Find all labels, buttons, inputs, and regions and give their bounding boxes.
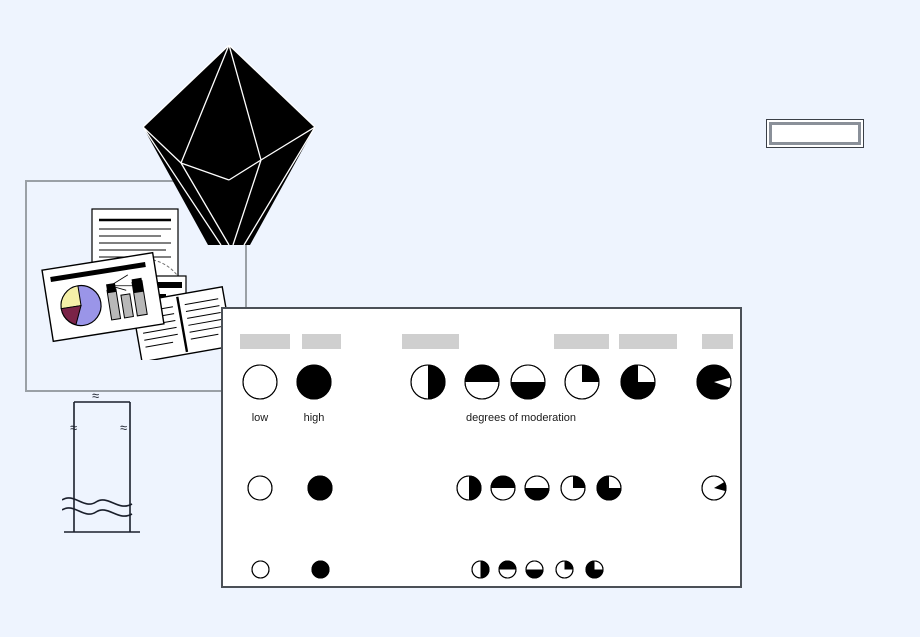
- pie-symbol-r1s6[interactable]: [564, 364, 600, 400]
- pie-symbol-r2s8[interactable]: [701, 475, 727, 501]
- break-symbol-top: ≈: [92, 388, 99, 403]
- pie-symbol-r3s3[interactable]: [470, 559, 490, 579]
- pie-symbol-r2s7[interactable]: [596, 475, 622, 501]
- pie-symbol-r3s7[interactable]: [584, 559, 604, 579]
- pie-symbol-r1s4[interactable]: [464, 364, 500, 400]
- broken-column-graphic: ≈ ≈ ≈: [61, 388, 156, 540]
- caption-high: high: [303, 412, 325, 424]
- header-bar-5: [619, 334, 677, 349]
- column-break-waves: [61, 497, 133, 517]
- pie-symbol-r2s1[interactable]: [247, 475, 273, 501]
- header-bar-2: [302, 334, 341, 349]
- broken-column-svg: ≈ ≈ ≈: [61, 388, 140, 533]
- pie-symbol-r3s6[interactable]: [554, 559, 574, 579]
- header-bar-1: [240, 334, 290, 349]
- break-symbol-left: ≈: [70, 420, 77, 435]
- pie-symbol-r3s2[interactable]: [310, 559, 330, 579]
- pie-symbol-r3s4[interactable]: [497, 559, 517, 579]
- pie-symbol-r1s7[interactable]: [620, 364, 656, 400]
- break-symbol-right: ≈: [120, 420, 127, 435]
- documents-clipart-svg: [41, 208, 234, 363]
- header-bar-3: [402, 334, 459, 349]
- pie-symbol-r2s3[interactable]: [456, 475, 482, 501]
- pie-symbol-r1s8[interactable]: [696, 364, 732, 400]
- header-bar-6: [702, 334, 733, 349]
- header-bar-4: [554, 334, 609, 349]
- documents-clipart: [40, 198, 234, 363]
- empty-frame-box[interactable]: [766, 119, 864, 148]
- pie-symbol-r2s2[interactable]: [307, 475, 333, 501]
- pie-symbol-r1s1[interactable]: [242, 364, 278, 400]
- pie-symbol-r1s2[interactable]: [296, 364, 332, 400]
- pie-symbol-r2s6[interactable]: [560, 475, 586, 501]
- pie-symbol-r1s3[interactable]: [410, 364, 446, 400]
- legend-panel: [221, 307, 742, 588]
- pie-symbol-r3s1[interactable]: [250, 559, 270, 579]
- pie-symbol-r1s5[interactable]: [510, 364, 546, 400]
- pie-symbol-r2s4[interactable]: [490, 475, 516, 501]
- pie-symbol-r2s5[interactable]: [524, 475, 550, 501]
- caption-degrees-of-moderation: degrees of moderation: [465, 412, 577, 424]
- screenshot-canvas: ≈ ≈ ≈ low high degrees of moderation: [0, 0, 920, 637]
- pie-symbol-r3s5[interactable]: [524, 559, 544, 579]
